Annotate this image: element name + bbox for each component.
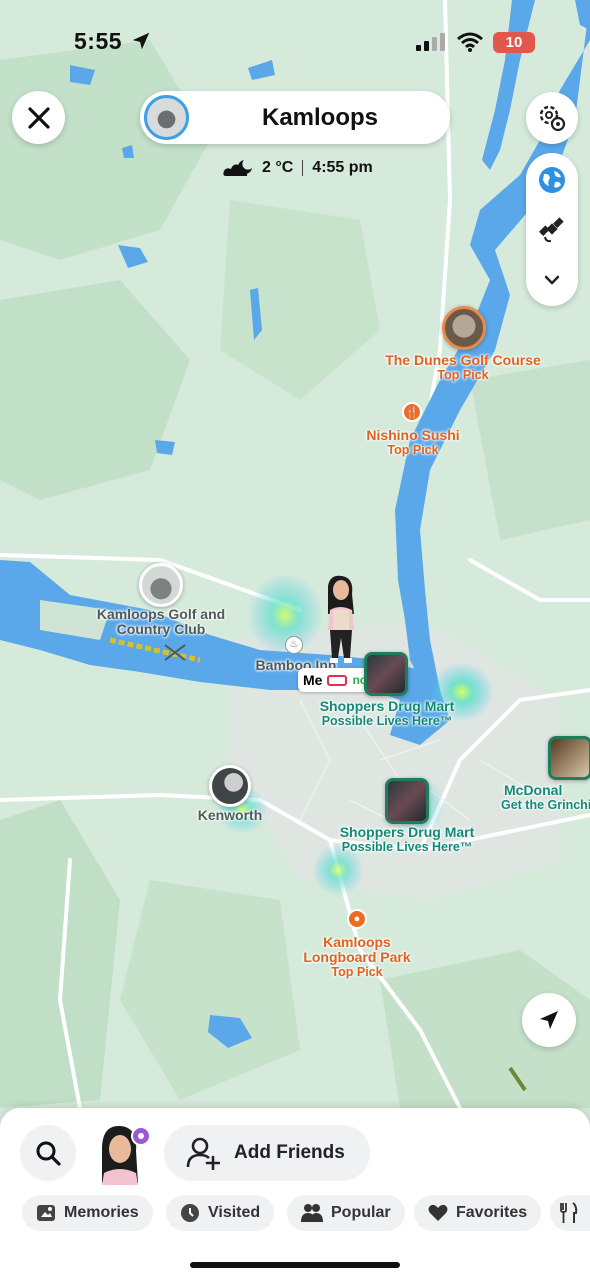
place-longboard-park[interactable]: Kamloops Longboard Park Top Pick <box>298 935 416 980</box>
chip-favorites[interactable]: Favorites <box>414 1195 542 1231</box>
place-name: Kamloops Golf and Country Club <box>96 606 226 637</box>
place-nishino-sushi[interactable]: Nishino Sushi Top Pick <box>350 428 476 458</box>
weather-info: 2 °C 4:55 pm <box>222 158 373 178</box>
globe-icon <box>539 167 565 193</box>
bitmoji-avatar-me[interactable] <box>316 574 364 666</box>
place-name: Kamloops Longboard Park <box>303 934 411 965</box>
settings-button[interactable] <box>526 92 578 144</box>
wifi-icon <box>457 32 483 52</box>
status-time: 5:55 <box>74 28 123 54</box>
place-name: The Dunes Golf Course <box>385 352 541 368</box>
me-label: Me <box>303 672 323 688</box>
close-button[interactable] <box>12 91 65 144</box>
takeout-pin-icon[interactable]: ♨ <box>285 636 303 654</box>
place-subtitle: Possible Lives Here™ <box>321 714 453 728</box>
place-subtitle: Get the Grinchi <box>501 798 590 812</box>
memories-icon <box>37 1205 55 1221</box>
place-subtitle: Top Pick <box>331 965 383 979</box>
cloudy-night-icon <box>223 160 252 176</box>
chip-label: Memories <box>64 1204 139 1221</box>
place-name: Shoppers Drug Mart <box>319 698 455 714</box>
place-subtitle: Top Pick <box>387 443 439 457</box>
chip-restaurants[interactable] <box>550 1195 590 1231</box>
local-time-text: 4:55 pm <box>312 159 373 176</box>
satellite-view-button[interactable] <box>526 205 578 255</box>
chip-label: Favorites <box>456 1204 528 1221</box>
location-services-icon <box>132 32 150 50</box>
close-icon <box>27 106 50 129</box>
clock-icon <box>181 1204 199 1222</box>
heart-icon <box>428 1204 448 1221</box>
map-layer-controls <box>526 153 578 306</box>
place-kenworth[interactable]: Kenworth <box>190 808 270 823</box>
story-thumbnail[interactable] <box>364 652 408 696</box>
chip-visited[interactable]: Visited <box>166 1195 275 1231</box>
golf-club-thumbnail[interactable] <box>139 563 183 607</box>
restaurant-pin-icon[interactable]: 🍴 <box>402 402 422 422</box>
place-shoppers-drug-mart-1[interactable]: Shoppers Drug Mart Possible Lives Here™ <box>308 699 466 729</box>
chevron-down-icon <box>544 275 560 285</box>
dunes-golf-thumbnail[interactable] <box>442 306 486 350</box>
story-thumbnail[interactable] <box>385 778 429 824</box>
add-friends-label: Add Friends <box>234 1142 345 1163</box>
add-friends-button[interactable]: Add Friends <box>164 1125 370 1181</box>
chip-label: Popular <box>331 1204 391 1221</box>
place-name: Nishino Sushi <box>366 427 460 443</box>
location-arrow-icon <box>540 1011 558 1029</box>
search-button[interactable] <box>20 1125 76 1181</box>
place-subtitle: Possible Lives Here™ <box>341 840 473 854</box>
satellite-icon <box>539 217 564 243</box>
settings-gear-icon <box>539 105 566 132</box>
place-dunes-golf[interactable]: The Dunes Golf Course Top Pick <box>378 353 548 383</box>
recenter-location-button[interactable] <box>522 993 576 1047</box>
temperature-text: 2 °C <box>262 159 294 176</box>
place-shoppers-drug-mart-2[interactable]: Shoppers Drug Mart Possible Lives Here™ <box>328 825 486 855</box>
chip-memories[interactable]: Memories <box>22 1195 153 1231</box>
add-friend-icon <box>186 1137 220 1170</box>
my-bitmoji-button[interactable] <box>92 1123 151 1185</box>
people-icon <box>301 1204 323 1222</box>
expand-layers-button[interactable] <box>526 255 578 305</box>
battery-low-icon <box>327 674 348 686</box>
mcdonalds-thumbnail[interactable] <box>548 736 590 780</box>
cellular-signal-icon <box>416 33 445 51</box>
place-name: Shoppers Drug Mart <box>339 824 475 840</box>
globe-view-button[interactable] <box>526 155 578 205</box>
avatar <box>102 1125 151 1185</box>
chip-label: Visited <box>208 1204 261 1221</box>
place-name: Kenworth <box>197 807 263 823</box>
search-icon <box>36 1141 61 1166</box>
home-indicator[interactable] <box>190 1262 400 1268</box>
fork-knife-icon <box>560 1202 578 1223</box>
location-title-pill[interactable]: Kamloops <box>140 91 450 144</box>
weather-divider <box>302 160 304 176</box>
location-title: Kamloops <box>261 104 378 131</box>
place-mcdonalds[interactable]: McDonal Get the Grinchi <box>498 783 590 813</box>
place-pin-icon[interactable]: ● <box>347 909 367 929</box>
place-subtitle: Top Pick <box>437 368 489 382</box>
kenworth-thumbnail[interactable] <box>209 765 251 807</box>
place-kamloops-golf-club[interactable]: Kamloops Golf and Country Club <box>90 607 232 637</box>
battery-level: 10 <box>493 32 535 53</box>
location-thumbnail <box>144 95 189 140</box>
chip-popular[interactable]: Popular <box>287 1195 405 1231</box>
place-name: McDonal <box>504 782 563 798</box>
